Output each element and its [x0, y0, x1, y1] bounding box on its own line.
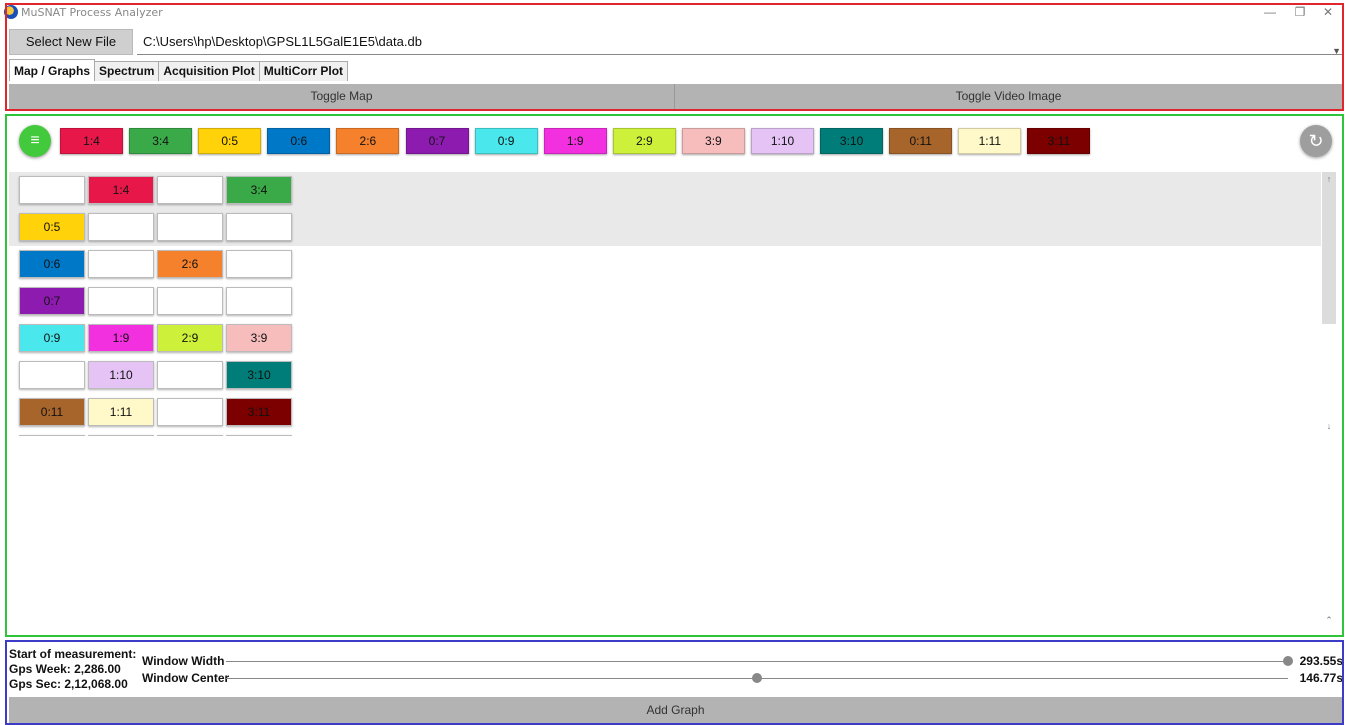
signal-chip[interactable]: 3:9: [681, 128, 745, 154]
signal-chip[interactable]: 3:11: [1027, 128, 1091, 154]
grid-cell[interactable]: 0:6: [19, 250, 85, 278]
signal-chip[interactable]: 3:4: [129, 128, 193, 154]
toggle-map-button[interactable]: Toggle Map: [9, 84, 674, 109]
grid-cell[interactable]: [88, 250, 154, 278]
grid-cell[interactable]: [88, 287, 154, 315]
grid-row: 0:9 1:9 2:9 3:9: [9, 320, 1321, 357]
scroll-down-icon[interactable]: ↓: [1322, 421, 1336, 431]
grid-cell[interactable]: 3:11: [226, 398, 292, 426]
signal-chip[interactable]: 0:6: [267, 128, 331, 154]
refresh-icon[interactable]: ↻: [1300, 125, 1332, 157]
grid-cell[interactable]: [157, 287, 223, 315]
gps-sec-value: Gps Sec: 2,12,068.00: [9, 677, 128, 691]
grid-cell[interactable]: 3:10: [226, 361, 292, 389]
signal-chip[interactable]: 0:7: [405, 128, 469, 154]
grid-cell[interactable]: [226, 213, 292, 241]
gps-week-value: Gps Week: 2,286.00: [9, 662, 121, 676]
grid-row: 0:11 1:11 3:11: [9, 394, 1321, 431]
signal-chip[interactable]: 1:4: [60, 128, 123, 154]
window-width-label: Window Width: [142, 654, 225, 668]
grid-cell[interactable]: 2:9: [157, 324, 223, 352]
grid-cell[interactable]: 0:5: [19, 213, 85, 241]
grid-cell[interactable]: 0:7: [19, 287, 85, 315]
grid-cell[interactable]: 1:4: [88, 176, 154, 204]
add-graph-button[interactable]: Add Graph: [9, 697, 1342, 723]
grid-cell[interactable]: 3:9: [226, 324, 292, 352]
file-path-field[interactable]: C:\Users\hp\Desktop\GPSL1L5GalE1E5\data.…: [137, 29, 1343, 56]
grid-cell[interactable]: [157, 398, 223, 426]
grid-cell[interactable]: [19, 435, 85, 436]
grid-cell[interactable]: 0:11: [19, 398, 85, 426]
signal-chip[interactable]: 0:5: [198, 128, 262, 154]
signal-chip[interactable]: 1:10: [751, 128, 814, 154]
tab-acquisition-plot[interactable]: Acquisition Plot: [158, 61, 260, 81]
title-bar: MuSNAT Process Analyzer — ❐ ✕: [0, 0, 1349, 24]
grid-cell[interactable]: 2:6: [157, 250, 223, 278]
signal-chip[interactable]: 3:10: [820, 128, 884, 154]
tab-multicorr-plot[interactable]: MultiCorr Plot: [258, 61, 349, 81]
signal-chip[interactable]: 1:9: [543, 128, 607, 154]
signal-chip[interactable]: 0:9: [474, 128, 538, 154]
toggle-row: Toggle Map Toggle Video Image: [9, 84, 1342, 109]
window-width-slider[interactable]: [226, 661, 1288, 662]
measurement-heading: Start of measurement:: [9, 647, 137, 661]
grid-row: 1:4 3:4: [9, 172, 1321, 209]
grid-cell[interactable]: [157, 213, 223, 241]
signal-chip[interactable]: 2:9: [612, 128, 676, 154]
grid-row: 0:7: [9, 283, 1321, 320]
scroll-bottom-icon[interactable]: ⌃: [1322, 615, 1336, 626]
window-width-handle[interactable]: [1283, 656, 1293, 666]
signal-chip[interactable]: 1:11: [958, 128, 1022, 154]
tab-bar: Map / Graphs Spectrum Acquisition Plot M…: [9, 59, 349, 81]
grid-cell[interactable]: 1:9: [88, 324, 154, 352]
vertical-scrollbar[interactable]: ↑ ↓ ⌃: [1322, 172, 1336, 636]
window-center-value: 146.77s: [1299, 671, 1343, 685]
window-width-value: 293.55s: [1299, 654, 1343, 668]
grid-cell[interactable]: 1:11: [88, 398, 154, 426]
chevron-down-icon[interactable]: ▼: [1332, 39, 1341, 64]
grid-cell[interactable]: [19, 176, 85, 204]
signal-chip[interactable]: 2:6: [336, 128, 400, 154]
grid-cell[interactable]: 0:9: [19, 324, 85, 352]
grid-cell[interactable]: [226, 250, 292, 278]
menu-icon[interactable]: ≡: [19, 125, 51, 157]
window-title: MuSNAT Process Analyzer: [21, 6, 163, 19]
tab-map-graphs[interactable]: Map / Graphs: [9, 59, 96, 81]
grid-row: 1:10 3:10: [9, 357, 1321, 394]
select-new-file-button[interactable]: Select New File: [9, 29, 133, 55]
grid-cell[interactable]: [226, 287, 292, 315]
scrollbar-thumb[interactable]: [1322, 172, 1336, 324]
window-center-label: Window Center: [142, 671, 230, 685]
grid-cell[interactable]: [88, 213, 154, 241]
file-path-text: C:\Users\hp\Desktop\GPSL1L5GalE1E5\data.…: [143, 34, 422, 49]
scroll-up-icon[interactable]: ↑: [1322, 174, 1336, 184]
measurement-info: Start of measurement: Gps Week: 2,286.00…: [9, 647, 136, 692]
window-center-handle[interactable]: [752, 673, 762, 683]
signal-chip[interactable]: 0:11: [889, 128, 953, 154]
grid-cell[interactable]: [19, 361, 85, 389]
grid-row: 0:6 2:6: [9, 246, 1321, 283]
grid-cell[interactable]: [157, 361, 223, 389]
grid-cell[interactable]: [226, 435, 292, 436]
close-icon[interactable]: ✕: [1313, 2, 1343, 22]
file-bar: Select New File C:\Users\hp\Desktop\GPSL…: [0, 27, 1349, 57]
restore-icon[interactable]: ❐: [1285, 2, 1315, 22]
grid-row: [9, 431, 1321, 436]
signal-grid: 1:4 3:4 0:5 0:6 2:6 0:7 0:9 1:9 2:9 3:9 1:10 3:10 0:…: [9, 172, 1321, 436]
grid-cell[interactable]: [157, 176, 223, 204]
toggle-video-image-button[interactable]: Toggle Video Image: [675, 84, 1342, 109]
grid-cell[interactable]: [88, 435, 154, 436]
tab-spectrum[interactable]: Spectrum: [94, 61, 160, 81]
grid-row: 0:5: [9, 209, 1321, 246]
minimize-icon[interactable]: —: [1255, 2, 1285, 22]
app-logo-icon: [4, 5, 18, 19]
grid-cell[interactable]: 1:10: [88, 361, 154, 389]
grid-cell[interactable]: [157, 435, 223, 436]
grid-cell[interactable]: 3:4: [226, 176, 292, 204]
